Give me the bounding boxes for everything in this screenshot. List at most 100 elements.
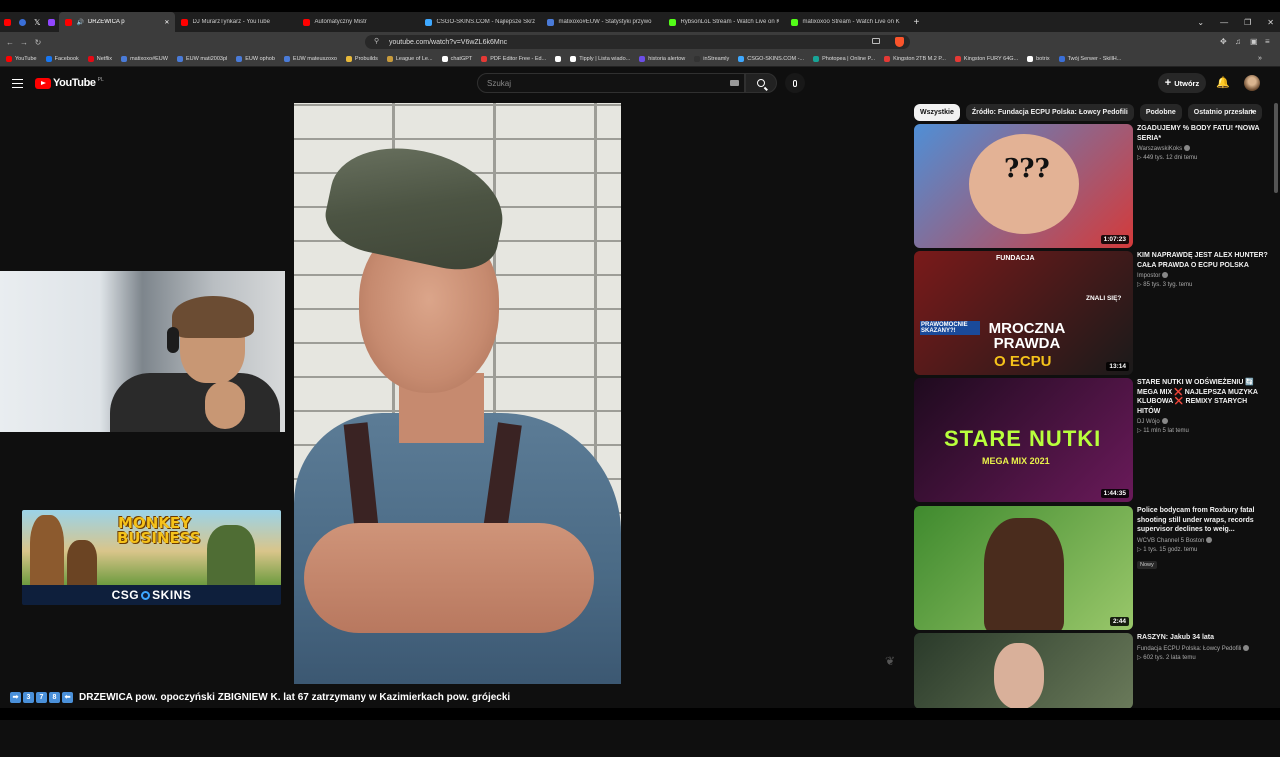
verified-icon [1161, 418, 1168, 424]
recommended-video[interactable]: FUNDACJA PRAWOMOCNIE SKAZANY?! ZNALI SIĘ? M… [914, 251, 1269, 375]
video-title[interactable]: ZGADUJEMY % BODY FATU! *NOWA SERIA* [1137, 124, 1269, 143]
close-tab-icon[interactable]: ✕ [164, 19, 169, 26]
bookmark-item[interactable]: EUW mati2003pl [176, 56, 227, 62]
browser-tab[interactable]: DJ MurarzTynkarz - YouTube [175, 12, 297, 32]
bookmark-item[interactable]: Netflix [87, 56, 112, 62]
url-field[interactable]: ⚲ youtube.com/watch?v=V6wZL6k6Mnc [365, 35, 910, 49]
audio-playing-icon[interactable]: 🔊 [76, 19, 83, 26]
reload-icon[interactable]: ↻ [31, 38, 45, 47]
notifications-bell-icon[interactable]: 🔔 [1216, 77, 1230, 89]
search-button[interactable] [745, 73, 777, 93]
new-tab-button[interactable]: + [907, 12, 925, 32]
browser-tab[interactable]: Automatyczny Mistr [297, 12, 419, 32]
video-duration: 1:44:35 [1100, 489, 1129, 498]
channel-name[interactable]: Fundacja ECPU Polska: Łowcy Pedofili [1137, 646, 1241, 652]
channel-watermark-icon[interactable]: ❦ [880, 654, 900, 668]
video-thumbnail[interactable]: ??? 1:07:23 [914, 124, 1133, 248]
bookmark-item[interactable]: Facebook [45, 56, 79, 62]
video-meta: Police bodycam from Roxbury fatal shooti… [1137, 506, 1269, 571]
bookmark-item[interactable]: YouTube [6, 56, 37, 62]
tab-search-icon[interactable]: ⌄ [1197, 18, 1204, 27]
bookmark-item[interactable] [555, 56, 562, 62]
hamburger-menu-icon[interactable] [12, 79, 23, 88]
menu-icon[interactable]: ≡ [1265, 37, 1270, 46]
channel-name[interactable]: Impostor [1137, 273, 1160, 279]
browser-tab[interactable]: matixoxoo Stream - Watch Live on K [785, 12, 907, 32]
video-thumbnail[interactable]: STARE NUTKI MEGA MIX 2021 1:44:35 [914, 378, 1133, 502]
forward-icon[interactable]: → [17, 38, 31, 47]
recommended-video[interactable]: 2:44 Police bodycam from Roxbury fatal sh… [914, 506, 1269, 630]
site-info-icon[interactable]: ⚲ [374, 37, 379, 45]
channel-name[interactable]: DJ Wójo [1137, 419, 1160, 425]
video-title[interactable]: RASZYN: Jakub 34 lata [1137, 633, 1269, 643]
sidebar-scrollbar[interactable] [1274, 103, 1278, 193]
filter-chip[interactable]: Podobne [1139, 103, 1182, 121]
bookmarks-overflow-icon[interactable]: » [1258, 55, 1262, 62]
video-stats: ▷ 602 tys. 2 lata temu [1137, 654, 1269, 661]
youtube-logo[interactable]: YouTube PL [35, 77, 104, 89]
bookmark-item[interactable]: EUW mateuszoxo [283, 56, 337, 62]
minimize-icon[interactable]: — [1220, 18, 1228, 27]
pinned-tab-twitch[interactable] [44, 12, 59, 32]
video-thumbnail[interactable] [914, 633, 1133, 709]
bookmark-item[interactable]: EUW ophob [236, 56, 275, 62]
search-input[interactable]: Szukaj [477, 73, 745, 93]
upload-age: 12 dni temu [1165, 155, 1198, 161]
account-avatar[interactable] [1244, 75, 1260, 91]
channel-name[interactable]: WarszawskiKoks [1137, 146, 1182, 152]
restore-icon[interactable]: ❐ [1244, 18, 1251, 27]
video-title[interactable]: STARE NUTKI W ODŚWIEŻENIU 🔄 MEGA MIX ❌ N… [1137, 378, 1269, 416]
video-title-caption: ➡ 3 7 8 ⬅ DRZEWICA pow. opoczyński ZBIGNIEW … [10, 690, 510, 704]
chips-next-icon[interactable]: › [1245, 104, 1259, 120]
keycap-emoji: 8 [49, 691, 60, 703]
recommended-video[interactable]: ??? 1:07:23 ZGADUJEMY % BODY FATU! *NOWA S… [914, 124, 1269, 248]
pinned-tab-x[interactable]: 𝕏 [30, 12, 44, 32]
back-icon[interactable]: ← [3, 38, 17, 47]
bookmark-item[interactable]: historia alertow [639, 56, 685, 62]
create-button[interactable]: + Utwórz [1158, 73, 1206, 93]
filter-chip[interactable]: Źródło: Fundacja ECPU Polska: Łowcy Pedo… [965, 103, 1134, 121]
channel-row: WCVB Channel 5 Boston [1137, 536, 1269, 544]
bookmark-favicon-icon [283, 56, 290, 62]
bookmark-item[interactable]: inStreamly [694, 56, 729, 62]
pinned-tab-messenger[interactable] [15, 12, 30, 32]
video-thumbnail[interactable]: 2:44 [914, 506, 1133, 630]
bookmark-item[interactable]: Photopea | Online P... [813, 56, 875, 62]
tab-favicon-icon [669, 18, 677, 26]
bookmark-item[interactable]: botrix [1027, 56, 1050, 62]
brave-shield-icon[interactable] [895, 37, 904, 47]
bookmark-favicon-icon [1058, 56, 1065, 62]
video-title[interactable]: KIM NAPRAWDĘ JEST ALEX HUNTER? CAŁA PRAW… [1137, 251, 1269, 270]
close-window-icon[interactable]: ✕ [1267, 18, 1274, 27]
video-thumbnail[interactable]: FUNDACJA PRAWOMOCNIE SKAZANY?! ZNALI SIĘ? M… [914, 251, 1133, 375]
bookmark-item[interactable]: Twój Serwer - SkillH... [1058, 56, 1121, 62]
main-video-player[interactable] [294, 103, 621, 684]
browser-tab[interactable]: CSGO-SKINS.COM - Najlepsze Skrzy [419, 12, 541, 32]
filter-chip[interactable]: Wszystkie [914, 103, 960, 121]
recommended-video[interactable]: STARE NUTKI MEGA MIX 2021 1:44:35 STARE NUT… [914, 378, 1269, 502]
thumbnail-text: ZNALI SIĘ? [1086, 295, 1122, 302]
bookmark-item[interactable]: Kingston FURY 64G... [954, 56, 1018, 62]
browser-tab[interactable]: 🔊 DRZEWICA p ✕ [59, 12, 176, 32]
keyboard-icon[interactable] [730, 80, 739, 86]
bookmark-item[interactable]: League of Le... [386, 56, 433, 62]
browser-tab[interactable]: RybsonLoL Stream - Watch Live on K [663, 12, 785, 32]
media-icon[interactable]: ♫ [1235, 37, 1241, 46]
pinned-tab-youtube[interactable] [0, 12, 15, 32]
bookmark-item[interactable]: Probuilds [345, 56, 378, 62]
recommended-video[interactable]: RASZYN: Jakub 34 lata Fundacja ECPU Polsk… [914, 633, 1269, 757]
bookmark-item[interactable]: Kingston 2TB M.2 P... [884, 56, 946, 62]
bookmark-item[interactable]: Tipply | Lista wiado... [570, 56, 630, 62]
sidebar-icon[interactable]: ▣ [1250, 37, 1258, 46]
channel-name[interactable]: WCVB Channel 5 Boston [1137, 538, 1204, 544]
cast-icon[interactable] [872, 38, 880, 44]
extensions-icon[interactable]: ✥ [1220, 37, 1227, 46]
bookmark-item[interactable]: CSGO-SKINS.COM -... [738, 56, 804, 62]
browser-tab[interactable]: matixoxo#EUW - Statystyki przywo [541, 12, 663, 32]
csgo-skins-ad[interactable]: MONKEY BUSINESS CSG SKINS [22, 510, 281, 605]
bookmark-item[interactable]: chatGPT [441, 56, 472, 62]
bookmark-item[interactable]: matixoxo#EUW [121, 56, 168, 62]
video-title[interactable]: Police bodycam from Roxbury fatal shooti… [1137, 506, 1269, 535]
voice-search-button[interactable] [785, 73, 805, 93]
bookmark-item[interactable]: PDF Editor Free - Ed... [481, 56, 546, 62]
